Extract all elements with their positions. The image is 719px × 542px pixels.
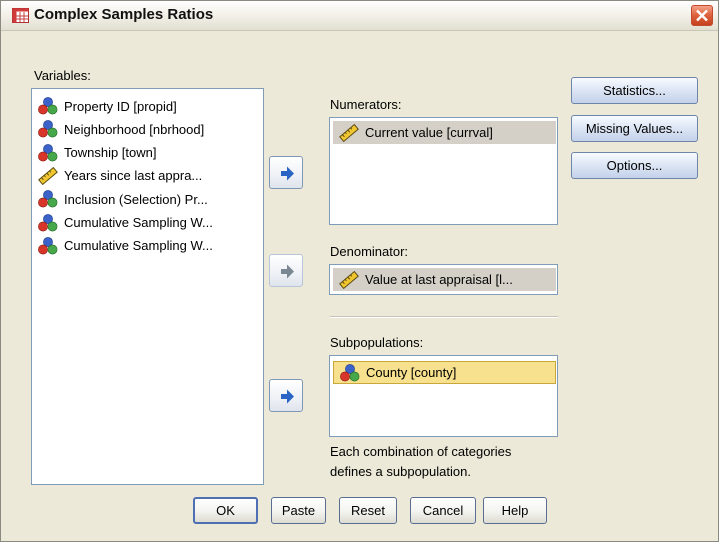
spss-app-icon	[12, 8, 29, 23]
nominal-variable-icon	[38, 120, 58, 138]
nominal-variable-icon	[38, 213, 58, 231]
subpopulation-note: Each combination of categories defines a…	[330, 442, 511, 482]
subpopulations-list[interactable]: County [county]	[329, 355, 558, 437]
variable-list-item-label: Cumulative Sampling W...	[64, 238, 213, 254]
variables-label: Variables:	[34, 68, 91, 83]
note-line-1: Each combination of categories	[330, 444, 512, 459]
paste-button[interactable]: Paste	[271, 497, 326, 524]
variable-list-item-label: Township [town]	[64, 145, 157, 161]
close-icon	[696, 9, 708, 22]
variable-list-item-label: Cumulative Sampling W...	[64, 215, 213, 230]
variables-list[interactable]: Property ID [propid] Neighborhood [nbrhoo…	[31, 88, 264, 485]
numerator-item-label: Current value [currval]	[365, 125, 493, 140]
numerators-list[interactable]: Current value [currval]	[329, 117, 558, 225]
note-line-2: defines a subpopulation.	[330, 464, 471, 479]
scale-variable-icon	[339, 270, 359, 289]
complex-samples-ratios-dialog: Complex Samples Ratios Variables: Proper…	[0, 0, 719, 542]
nominal-variable-icon	[38, 97, 58, 115]
variable-list-item-label: Years since last appra...	[64, 168, 203, 184]
numerator-item[interactable]: Current value [currval]	[333, 121, 556, 144]
scale-variable-icon	[339, 123, 359, 142]
variable-list-item[interactable]: Years since last appra...	[38, 165, 202, 187]
variable-list-item[interactable]: Inclusion (Selection) Pr...	[38, 188, 208, 210]
close-button[interactable]	[691, 5, 713, 26]
subpopulations-label: Subpopulations:	[330, 335, 424, 350]
help-button[interactable]: Help	[483, 497, 547, 524]
denominator-label: Denominator:	[330, 244, 409, 259]
reset-button[interactable]: Reset	[339, 497, 397, 524]
title-bar: Complex Samples Ratios	[1, 1, 718, 31]
arrow-right-icon	[281, 166, 294, 181]
variable-list-item[interactable]: Cumulative Sampling W...	[38, 235, 213, 257]
denominator-item-label: Value at last appraisal [l...	[365, 272, 513, 287]
move-to-subpopulations-button[interactable]	[269, 379, 303, 412]
numerators-label: Numerators:	[330, 97, 402, 112]
variable-list-item[interactable]: Neighborhood [nbrhood]	[38, 118, 204, 140]
scale-variable-icon	[38, 166, 58, 185]
variable-list-item-label: Property ID [propid]	[64, 98, 177, 114]
nominal-variable-icon	[38, 143, 58, 161]
nominal-variable-icon	[38, 190, 58, 208]
denominator-item[interactable]: Value at last appraisal [l...	[333, 268, 556, 291]
ok-button[interactable]: OK	[193, 497, 258, 524]
subpopulation-item[interactable]: County [county]	[333, 361, 556, 384]
window-title: Complex Samples Ratios	[34, 6, 214, 23]
move-to-numerators-button[interactable]	[269, 156, 303, 189]
nominal-variable-icon	[340, 363, 360, 381]
subpopulation-item-label: County [county]	[366, 365, 457, 380]
variable-list-item-label: Neighborhood [nbrhood]	[64, 121, 205, 137]
arrow-right-icon	[281, 264, 294, 279]
options-button[interactable]: Options...	[571, 152, 698, 179]
variable-list-item[interactable]: Township [town]	[38, 142, 157, 164]
missing-values-button[interactable]: Missing Values...	[571, 115, 698, 142]
variable-list-item-label: Inclusion (Selection) Pr...	[64, 191, 208, 207]
variable-list-item[interactable]: Cumulative Sampling W...	[38, 212, 213, 234]
statistics-button[interactable]: Statistics...	[571, 77, 698, 104]
move-to-denominator-button[interactable]	[269, 254, 303, 287]
variable-list-item[interactable]: Property ID [propid]	[38, 95, 177, 117]
separator	[330, 316, 558, 318]
denominator-field[interactable]: Value at last appraisal [l...	[329, 264, 558, 295]
arrow-right-icon	[281, 389, 294, 404]
nominal-variable-icon	[38, 236, 58, 255]
cancel-button[interactable]: Cancel	[410, 497, 476, 524]
